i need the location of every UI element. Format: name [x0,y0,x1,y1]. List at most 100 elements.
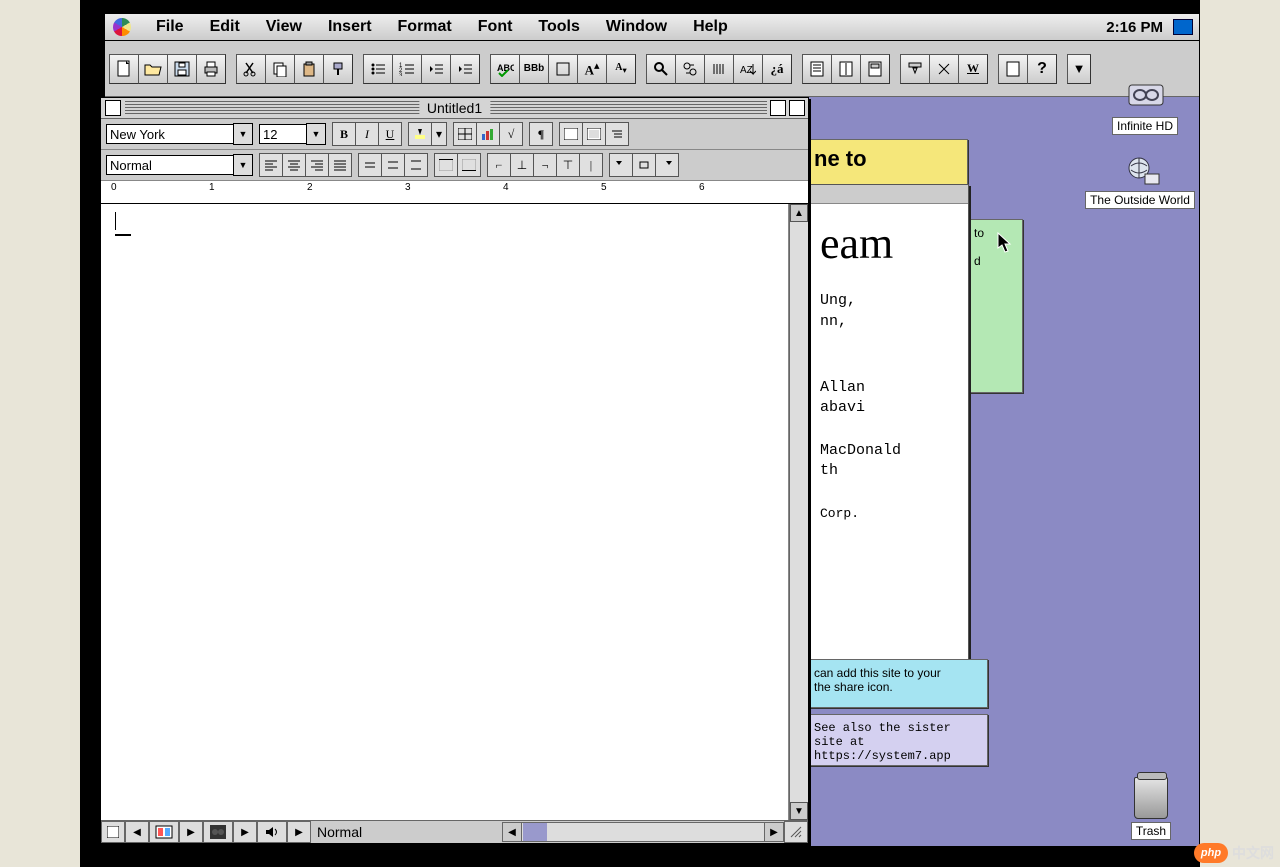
spacing-single-button[interactable] [358,153,382,177]
app-switcher-icon[interactable] [1173,19,1193,35]
tools-button1[interactable] [900,54,930,84]
table-button[interactable] [453,122,477,146]
scroll-right-arrow[interactable]: ▶ [764,823,783,841]
nav-next3-button[interactable]: ▶ [287,821,311,843]
globe-icon-outside[interactable]: The Outside World [1075,154,1205,209]
replace-button[interactable] [675,54,705,84]
find-button[interactable] [646,54,676,84]
close-box[interactable] [105,100,121,116]
menu-file[interactable]: File [143,18,197,36]
sticky-note-cyan[interactable]: can add this site to your the share icon… [805,659,988,708]
view-page-button[interactable] [582,122,606,146]
menubar-clock[interactable]: 2:16 PM [1106,19,1163,36]
increase-indent-button[interactable] [450,54,480,84]
copy-button[interactable] [265,54,295,84]
spacing-15-button[interactable] [381,153,405,177]
smallcaps-button[interactable]: BBb [519,54,549,84]
doc-layout3-button[interactable] [860,54,890,84]
scroll-down-arrow[interactable]: ▼ [790,802,808,820]
trash-icon[interactable]: Trash [1121,777,1181,840]
align-left-button[interactable] [259,153,283,177]
menu-tools[interactable]: Tools [525,18,592,36]
menu-insert[interactable]: Insert [315,18,385,36]
indent-right-button[interactable] [655,153,679,177]
align-right-button[interactable] [305,153,329,177]
view-outline-button[interactable] [605,122,629,146]
align-center-button[interactable] [282,153,306,177]
view-normal-button[interactable] [559,122,583,146]
font-shrink-button[interactable]: A▾ [606,54,636,84]
menu-edit[interactable]: Edit [197,18,253,36]
menu-view[interactable]: View [253,18,315,36]
spacing-double-button[interactable] [404,153,428,177]
print-button[interactable] [196,54,226,84]
zoom-button[interactable] [203,821,233,843]
font-size-combo[interactable]: ▼ [259,123,326,145]
tab-right-button[interactable]: ¬ [533,153,557,177]
about-window[interactable]: eam Ung, nn, Allan abavi MacDonald th Co… [805,184,969,666]
desktop[interactable]: File Edit View Insert Format Font Tools … [105,14,1199,846]
save-button[interactable] [167,54,197,84]
sound-button[interactable] [257,821,287,843]
spellcheck-button[interactable]: ABC [490,54,520,84]
sticky-note-green[interactable]: to d [965,219,1023,393]
decrease-indent-button[interactable] [421,54,451,84]
tools-button2[interactable] [929,54,959,84]
style-input[interactable] [106,155,233,175]
format-painter-button[interactable] [323,54,353,84]
font-name-dropdown[interactable]: ▼ [233,123,253,145]
page-setup-button[interactable] [998,54,1028,84]
style-combo[interactable]: ▼ [106,154,253,176]
numbering-button[interactable]: 123 [392,54,422,84]
nav-next2-button[interactable]: ▶ [233,821,257,843]
open-button[interactable] [138,54,168,84]
language-button[interactable]: ¿á [762,54,792,84]
doc-layout2-button[interactable] [831,54,861,84]
highlight-button[interactable] [408,122,432,146]
menu-format[interactable]: Format [385,18,465,36]
font-name-combo[interactable]: ▼ [106,123,253,145]
resize-grip[interactable] [784,821,808,843]
font-name-input[interactable] [106,124,233,144]
zoom-box[interactable] [770,100,786,116]
new-doc-button[interactable] [109,54,139,84]
equation-button[interactable]: √ [499,122,523,146]
scroll-left-arrow[interactable]: ◀ [503,823,522,841]
highlight-dropdown[interactable]: ▾ [431,122,447,146]
columns-button[interactable] [704,54,734,84]
page-view-button[interactable] [149,821,179,843]
border-top-button[interactable] [434,153,458,177]
bold-button[interactable]: B [332,122,356,146]
tab-left-button[interactable]: ⌐ [487,153,511,177]
border-bottom-button[interactable] [457,153,481,177]
horizontal-scrollbar[interactable]: ◀ ▶ [502,822,784,842]
cut-button[interactable] [236,54,266,84]
nav-prev-button[interactable]: ◀ [125,821,149,843]
apple-menu-icon[interactable] [113,18,131,36]
sticky-note-lavender[interactable]: See also the sister site at https://syst… [805,714,988,766]
bullets-button[interactable] [363,54,393,84]
underline-button[interactable]: U [378,122,402,146]
chart-button[interactable] [476,122,500,146]
about-window-titlebar[interactable] [806,185,968,204]
text-box-button[interactable] [548,54,578,84]
menu-font[interactable]: Font [465,18,526,36]
scroll-up-arrow[interactable]: ▲ [790,204,808,222]
view-normal-icon[interactable] [101,821,125,843]
tab-center-button[interactable]: ⊥ [510,153,534,177]
collapse-box[interactable] [789,100,805,116]
font-size-dropdown[interactable]: ▼ [306,123,326,145]
sort-button[interactable]: AZ [733,54,763,84]
window-titlebar[interactable]: Untitled1 [101,98,808,119]
disk-icon-infinite[interactable]: Infinite HD [1095,80,1195,135]
indent-hang-button[interactable] [632,153,656,177]
doc-layout1-button[interactable] [802,54,832,84]
paste-button[interactable] [294,54,324,84]
indent-first-button[interactable] [609,153,633,177]
paragraph-button[interactable]: ¶ [529,122,553,146]
nav-next-button[interactable]: ▶ [179,821,203,843]
horizontal-ruler[interactable]: 0 1 2 3 4 5 6 [101,181,808,204]
align-justify-button[interactable] [328,153,352,177]
tab-bar-button[interactable]: | [579,153,603,177]
document-page[interactable] [101,204,789,820]
